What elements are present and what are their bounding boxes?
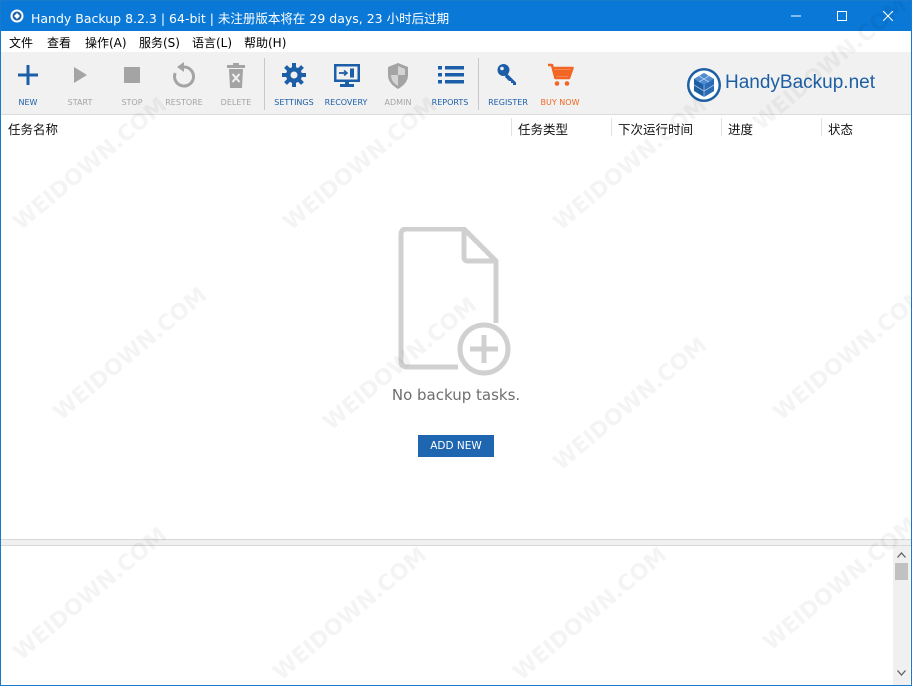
close-button[interactable]: [865, 1, 911, 31]
column-divider[interactable]: [721, 118, 722, 136]
plus-icon: [18, 65, 38, 85]
panel-splitter[interactable]: [1, 539, 911, 546]
column-status[interactable]: 状态: [828, 119, 853, 138]
play-icon: [74, 67, 87, 83]
log-scrollbar[interactable]: [893, 546, 910, 685]
restore-icon: [173, 62, 196, 88]
scroll-down-arrow-icon[interactable]: [897, 670, 906, 676]
toolbar: NEW START STOP RESTORE DELETE SETTINGS R…: [1, 52, 911, 115]
close-icon: [883, 11, 893, 21]
key-icon: [497, 64, 516, 85]
maximize-button[interactable]: [819, 1, 865, 31]
menu-help[interactable]: 帮助(H): [244, 34, 286, 51]
reports-label: REPORTS: [431, 98, 469, 107]
column-progress[interactable]: 进度: [728, 119, 753, 138]
maximize-icon: [837, 11, 847, 21]
trash-icon: [227, 63, 245, 88]
admin-button[interactable]: ADMIN: [372, 52, 424, 115]
column-next-run[interactable]: 下次运行时间: [618, 119, 693, 138]
scrollbar-thumb[interactable]: [895, 563, 908, 580]
no-tasks-message: No backup tasks.: [391, 386, 521, 404]
list-icon: [438, 66, 464, 84]
recovery-button[interactable]: RECOVERY: [320, 52, 372, 115]
reports-button[interactable]: REPORTS: [424, 52, 476, 115]
app-logo-icon: [10, 9, 24, 23]
minimize-icon: [791, 15, 801, 17]
column-task-name[interactable]: 任务名称: [8, 119, 58, 138]
column-divider[interactable]: [611, 118, 612, 136]
log-panel[interactable]: [1, 546, 911, 685]
shopping-cart-icon: [548, 63, 574, 86]
buy-now-button[interactable]: BUY NOW: [534, 52, 586, 115]
menu-view[interactable]: 查看: [47, 34, 71, 51]
start-button[interactable]: START: [54, 52, 106, 115]
menu-language[interactable]: 语言(L): [192, 34, 232, 51]
window-title: Handy Backup 8.2.3 | 64-bit | 未注册版本将在 29…: [31, 11, 450, 26]
new-button[interactable]: NEW: [2, 52, 54, 115]
stop-icon: [124, 67, 140, 83]
restore-button[interactable]: RESTORE: [158, 52, 210, 115]
menu-file[interactable]: 文件: [9, 34, 33, 51]
menu-bar: 文件 查看 操作(A) 服务(S) 语言(L) 帮助(H): [1, 31, 911, 52]
minimize-button[interactable]: [773, 1, 819, 31]
delete-button[interactable]: DELETE: [210, 52, 262, 115]
menu-service[interactable]: 服务(S): [139, 34, 180, 51]
recovery-monitor-icon: [334, 64, 360, 87]
brand-logo[interactable]: HandyBackup.net: [685, 67, 905, 103]
gear-icon: [282, 63, 306, 87]
handybackup-logo-icon: [687, 68, 721, 102]
task-list-header: 任务名称 任务类型 下次运行时间 进度 状态: [1, 115, 911, 139]
app-window: Handy Backup 8.2.3 | 64-bit | 未注册版本将在 29…: [0, 0, 912, 686]
brand-name: HandyBackup.net: [725, 72, 875, 93]
add-document-icon: [398, 227, 511, 376]
column-task-type[interactable]: 任务类型: [518, 119, 568, 138]
menu-actions[interactable]: 操作(A): [85, 34, 127, 51]
stop-button[interactable]: STOP: [106, 52, 158, 115]
scroll-up-arrow-icon[interactable]: [897, 552, 906, 558]
column-divider[interactable]: [821, 118, 822, 136]
task-list-empty-state: No backup tasks. ADD NEW: [1, 139, 911, 539]
add-new-button[interactable]: ADD NEW: [418, 435, 494, 457]
delete-label: DELETE: [220, 98, 252, 107]
column-divider[interactable]: [511, 118, 512, 136]
register-button[interactable]: REGISTER: [482, 52, 534, 115]
title-bar[interactable]: Handy Backup 8.2.3 | 64-bit | 未注册版本将在 29…: [1, 1, 911, 31]
settings-button[interactable]: SETTINGS: [268, 52, 320, 115]
buy-now-label: BUY NOW: [540, 98, 580, 107]
shield-icon: [388, 63, 408, 89]
